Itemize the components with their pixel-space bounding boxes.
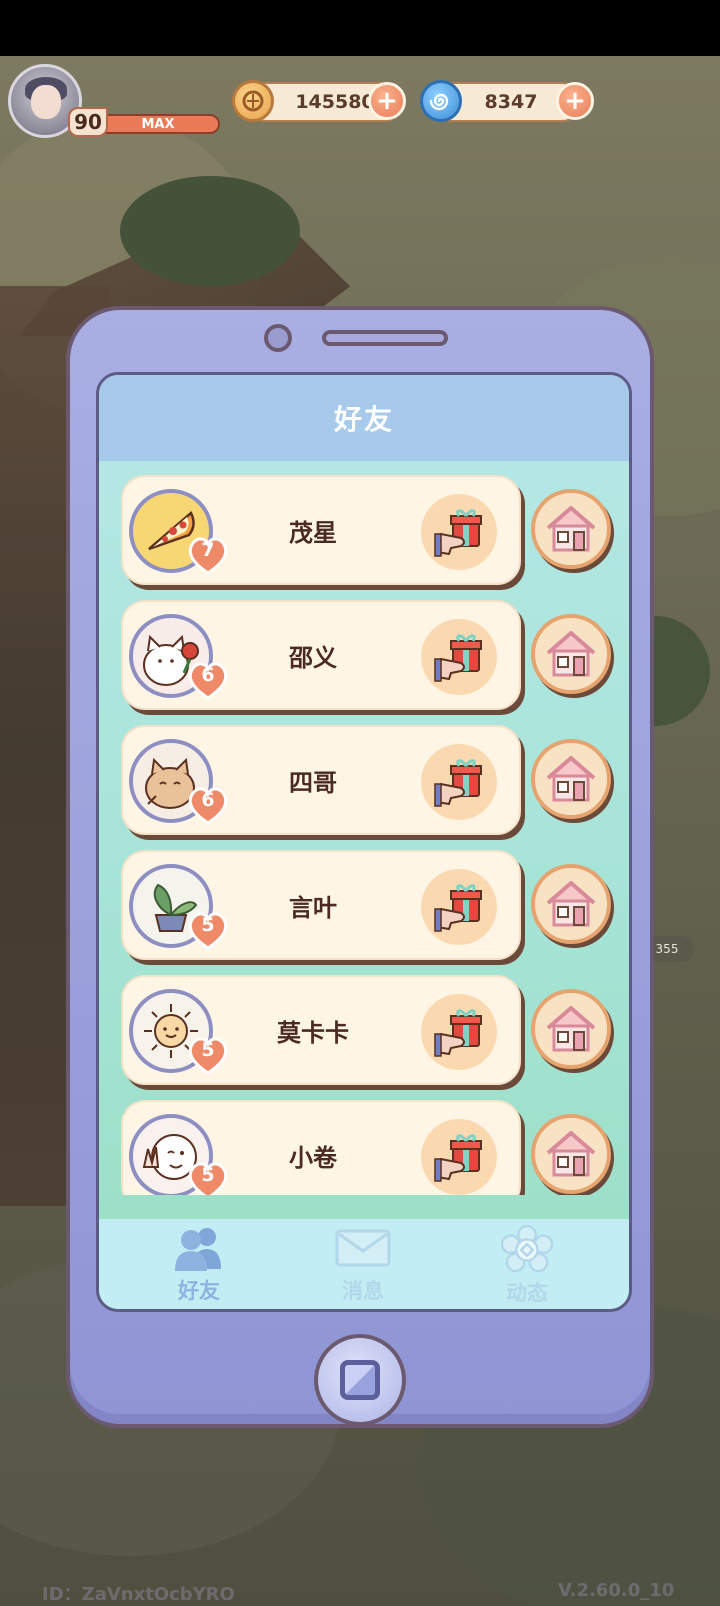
friends-icon [175, 1228, 221, 1271]
friend-card[interactable]: 6 四哥 [121, 725, 521, 835]
send-gift-button[interactable] [421, 619, 497, 695]
heart-level-badge: 5 [185, 1158, 231, 1195]
friend-row: 5 小卷 [121, 1100, 621, 1195]
visit-home-button[interactable] [531, 989, 611, 1069]
friend-row: 7 茂星 [121, 475, 621, 587]
heart-level-badge: 5 [185, 908, 231, 952]
panel-title: 好友 [333, 403, 394, 436]
flower-icon [500, 1225, 554, 1273]
friend-name: 邵义 [289, 643, 337, 672]
friend-name: 小卷 [289, 1143, 337, 1172]
tab-messages-label: 消息 [342, 1279, 384, 1303]
heart-count: 5 [201, 1164, 215, 1186]
home-icon [546, 881, 596, 927]
gift-icon [434, 759, 482, 807]
friend-row: 6 四哥 [121, 725, 621, 837]
friend-name: 莫卡卡 [277, 1018, 349, 1047]
player-id-text: ID：ZaVnxtOcbYRO [42, 1584, 235, 1605]
send-gift-button[interactable] [421, 744, 497, 820]
visit-home-button[interactable] [531, 614, 611, 694]
send-gift-button[interactable] [421, 494, 497, 570]
add-coin-button[interactable]: + [368, 82, 406, 120]
mail-icon [335, 1229, 391, 1267]
heart-count: 6 [201, 789, 215, 811]
phone-camera [264, 324, 292, 352]
friend-card[interactable]: 7 茂星 [121, 475, 521, 585]
version-text: V.2.60.0_10 [558, 1580, 675, 1601]
tab-bar: 好友 消息 动态 [99, 1219, 629, 1309]
tab-moments-label: 动态 [506, 1281, 548, 1305]
heart-level-badge: 7 [185, 533, 231, 577]
visit-home-button[interactable] [531, 1114, 611, 1194]
heart-count: 6 [201, 664, 215, 686]
heart-level-badge: 6 [185, 783, 231, 827]
friend-list[interactable]: 7 茂星 6 邵义 6 四哥 5 言叶 5 莫卡卡 5 小卷 [99, 461, 629, 1195]
coin-icon [232, 80, 274, 122]
friends-screen: 好友 7 茂星 6 邵义 6 四哥 5 言叶 5 莫卡卡 5 小卷 好友 消息 … [96, 372, 632, 1312]
phone-home-button[interactable] [314, 1334, 406, 1426]
visit-home-button[interactable] [531, 864, 611, 944]
home-icon [546, 1131, 596, 1177]
friend-name: 茂星 [289, 518, 337, 547]
tab-moments[interactable]: 动态 [467, 1225, 587, 1307]
friend-row: 5 言叶 [121, 850, 621, 962]
friend-name: 言叶 [289, 893, 337, 922]
level-progress-bar: MAX [96, 114, 220, 134]
heart-count: 7 [201, 539, 215, 561]
friend-card[interactable]: 5 小卷 [121, 1100, 521, 1195]
player-level: 90 [68, 107, 108, 137]
spiral-icon [420, 80, 462, 122]
friend-card[interactable]: 5 莫卡卡 [121, 975, 521, 1085]
level-max-label: MAX [141, 116, 175, 132]
send-gift-button[interactable] [421, 1119, 497, 1195]
home-icon [546, 631, 596, 677]
visit-home-button[interactable] [531, 489, 611, 569]
phone-panel: 好友 7 茂星 6 邵义 6 四哥 5 言叶 5 莫卡卡 5 小卷 好友 消息 … [66, 306, 654, 1428]
panel-header: 好友 [99, 375, 629, 461]
gift-icon [434, 884, 482, 932]
gift-icon [434, 1134, 482, 1182]
tab-friends-label: 好友 [178, 1279, 220, 1303]
add-spiral-button[interactable]: + [556, 82, 594, 120]
send-gift-button[interactable] [421, 869, 497, 945]
heart-count: 5 [201, 914, 215, 936]
friend-card[interactable]: 5 言叶 [121, 850, 521, 960]
heart-level-badge: 6 [185, 658, 231, 702]
heart-level-badge: 5 [185, 1033, 231, 1077]
heart-count: 5 [201, 1039, 215, 1061]
home-icon [546, 1006, 596, 1052]
friend-card[interactable]: 6 邵义 [121, 600, 521, 710]
visit-home-button[interactable] [531, 739, 611, 819]
gift-icon [434, 509, 482, 557]
friend-row: 6 邵义 [121, 600, 621, 712]
home-icon [546, 506, 596, 552]
friend-name: 四哥 [289, 768, 337, 797]
friend-row: 5 莫卡卡 [121, 975, 621, 1087]
send-gift-button[interactable] [421, 994, 497, 1070]
phone-speaker [322, 330, 448, 346]
tab-friends[interactable]: 好友 [139, 1225, 259, 1307]
square-icon [340, 1360, 380, 1400]
gift-icon [434, 634, 482, 682]
tab-messages[interactable]: 消息 [303, 1225, 423, 1307]
gift-icon [434, 1009, 482, 1057]
home-icon [546, 756, 596, 802]
